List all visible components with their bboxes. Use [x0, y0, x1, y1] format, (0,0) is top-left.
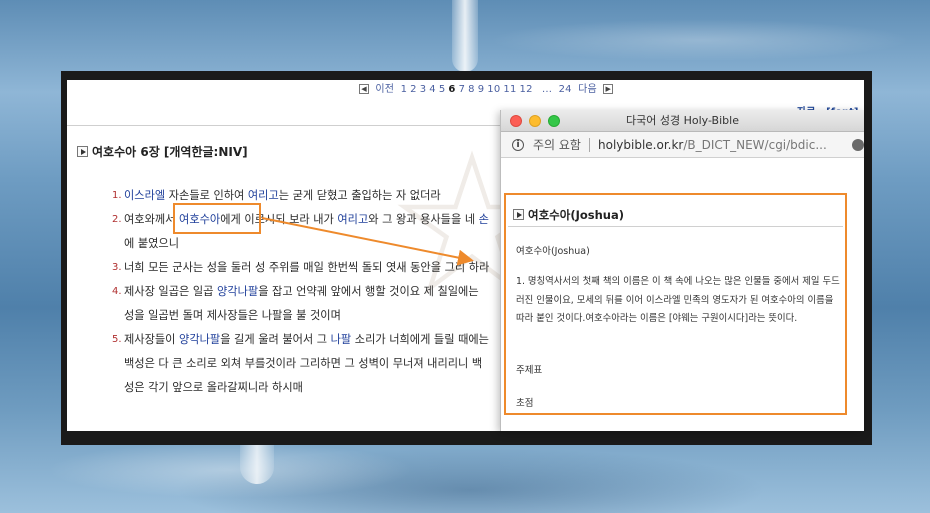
page-link-7[interactable]: 7 — [459, 84, 466, 95]
zoom-button-icon[interactable] — [548, 115, 560, 127]
entry-section-focus: 초점 — [516, 398, 534, 409]
verse-text-segment: 제사장들이 — [124, 333, 180, 346]
page-link-5[interactable]: 5 — [439, 84, 446, 95]
page-link-12[interactable]: 12 — [520, 84, 533, 95]
water-drop-decoration — [452, 0, 478, 72]
divider — [67, 125, 507, 126]
dictionary-word-link[interactable]: 나팔 — [331, 333, 352, 346]
play-triangle-icon — [513, 209, 524, 220]
url-separator — [589, 138, 590, 152]
verse-list: 1. 이스라엘 자손들로 인하여 여리고는 굳게 닫혔고 출입하는 자 없더라 2.… — [112, 184, 492, 400]
verse-text-segment: 자손들로 인하여 — [165, 189, 248, 202]
water-drop-decoration-bottom — [240, 444, 274, 484]
verse-item: 4. 제사장 일곱은 일곱 양각나팔을 잡고 언약궤 앞에서 행할 것이요 제 칠… — [112, 280, 492, 328]
dictionary-word-link[interactable]: 여리고 — [337, 213, 368, 226]
next-arrow-icon[interactable]: ▶ — [603, 84, 614, 94]
verse-item: 2. 여호와께서 여호수아에게 이르시되 보라 내가 여리고와 그 왕과 용사들을… — [112, 208, 492, 256]
pagination: ◀ 이전 1 2 3 4 5 6 7 8 9 10 11 12 ... 24 다음 ▶ — [359, 80, 616, 95]
entry-subtitle: 여호수아(Joshua) — [516, 246, 590, 257]
page-link-10[interactable]: 10 — [487, 84, 500, 95]
window-title: 다국어 성경 Holy-Bible — [626, 114, 739, 127]
verse-text: 제사장들이 양각나팔을 길게 울려 불어서 그 나팔 소리가 너희에게 들릴 때… — [124, 333, 489, 394]
dictionary-word-link[interactable]: 이스라엘 — [124, 189, 165, 202]
verse-text-segment: 여호와께서 — [124, 213, 180, 226]
page-link-2[interactable]: 2 — [410, 84, 417, 95]
url-domain: holybible.or.kr — [598, 138, 684, 152]
verse-text-segment: 와 그 왕과 용사들을 네 — [368, 213, 479, 226]
chapter-title: 여호수아 6장 [개역한글:NIV] — [77, 143, 248, 160]
minimize-button-icon[interactable] — [529, 115, 541, 127]
entry-definition: 1. 명칭역사서의 첫째 책의 이름은 이 책 속에 나오는 많은 인물들 중에… — [516, 276, 840, 324]
extension-icon[interactable] — [852, 139, 864, 151]
verse-item: 5. 제사장들이 양각나팔을 길게 울려 불어서 그 나팔 소리가 너희에게 들릴… — [112, 328, 492, 400]
pager-ellipsis: ... — [542, 84, 553, 95]
verse-number: 1. — [112, 190, 122, 201]
chapter-title-text: 여호수아 6장 [개역한글:NIV] — [92, 145, 248, 159]
verse-text-segment: 는 굳게 닫혔고 출입하는 자 없더라 — [278, 189, 441, 202]
last-page-link[interactable]: 24 — [559, 84, 572, 95]
security-label: 주의 요함 — [533, 138, 581, 152]
verse-text-segment: 을 길게 울려 불어서 그 — [220, 333, 331, 346]
page-links: 1 2 3 4 5 6 7 8 9 10 11 12 — [401, 84, 536, 95]
close-button-icon[interactable] — [510, 115, 522, 127]
verse-text-segment: 제사장 일곱은 일곱 — [124, 285, 218, 298]
prev-arrow-icon[interactable]: ◀ — [359, 84, 369, 94]
url-path: /B_DICT_NEW/cgi/bdic... — [683, 138, 827, 152]
dictionary-word-link[interactable]: 양각나팔 — [217, 285, 258, 298]
entry-divider — [508, 226, 843, 227]
verse-text: 이스라엘 자손들로 인하여 여리고는 굳게 닫혔고 출입하는 자 없더라 — [124, 189, 441, 202]
page-link-4[interactable]: 4 — [429, 84, 436, 95]
info-icon[interactable]: i — [512, 139, 524, 151]
play-triangle-icon — [77, 146, 88, 157]
page-link-8[interactable]: 8 — [468, 84, 475, 95]
window-titlebar[interactable]: 다국어 성경 Holy-Bible — [501, 110, 864, 132]
dictionary-word-link[interactable]: 여리고 — [248, 189, 279, 202]
page-link-9[interactable]: 9 — [478, 84, 485, 95]
address-bar[interactable]: i 주의 요함 holybible.or.kr/B_DICT_NEW/cgi/b… — [501, 132, 864, 158]
next-page-link[interactable]: 다음 — [578, 84, 597, 95]
verse-number: 3. — [112, 262, 122, 273]
verse-text-segment: 너희 모든 군사는 성을 둘러 성 주위를 매일 한번씩 돌되 엿새 동안을 그… — [124, 261, 490, 274]
page-link-6[interactable]: 6 — [448, 84, 455, 95]
entry-title: 여호수아(Joshua) — [513, 207, 624, 223]
dictionary-word-link[interactable]: 손 — [479, 213, 489, 226]
dictionary-word-link[interactable]: 양각나팔 — [179, 333, 220, 346]
page-link-3[interactable]: 3 — [420, 84, 427, 95]
verse-text: 제사장 일곱은 일곱 양각나팔을 잡고 언약궤 앞에서 행할 것이요 제 칠일에… — [124, 285, 479, 322]
page-link-1[interactable]: 1 — [401, 84, 408, 95]
prev-page-link[interactable]: 이전 — [375, 84, 394, 95]
verse-item: 1. 이스라엘 자손들로 인하여 여리고는 굳게 닫혔고 출입하는 자 없더라 — [112, 184, 492, 208]
entry-section-theme: 주제표 — [516, 365, 543, 376]
verse-number: 4. — [112, 286, 122, 297]
verse-item: 3. 너희 모든 군사는 성을 둘러 성 주위를 매일 한번씩 돌되 엿새 동안을… — [112, 256, 492, 280]
verse-number: 5. — [112, 334, 122, 345]
url-text[interactable]: holybible.or.kr/B_DICT_NEW/cgi/bdic... — [598, 132, 827, 157]
verse-text: 너희 모든 군사는 성을 둘러 성 주위를 매일 한번씩 돌되 엿새 동안을 그… — [124, 261, 489, 274]
highlight-box-joshua — [173, 203, 261, 234]
verse-text-segment: 에 붙였으니 — [124, 237, 180, 250]
page-link-11[interactable]: 11 — [503, 84, 516, 95]
verse-number: 2. — [112, 214, 122, 225]
entry-title-text: 여호수아(Joshua) — [528, 208, 624, 222]
